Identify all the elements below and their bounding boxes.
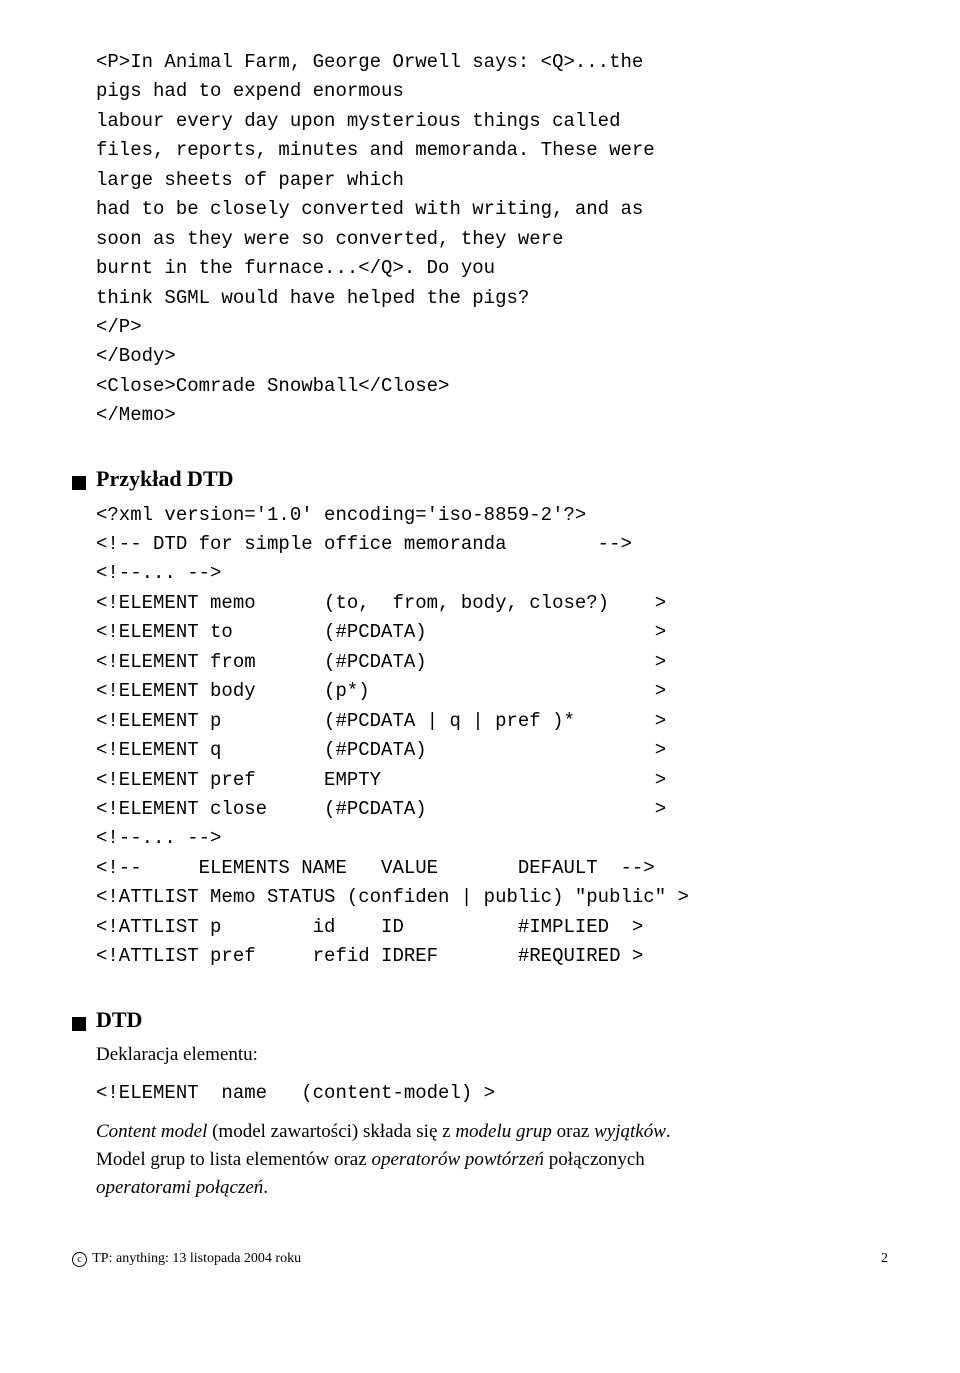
wyjatkow-em: wyjątków [594, 1121, 666, 1142]
element-syntax: <!ELEMENT name (content-model) > [96, 1079, 888, 1108]
footer-left: c TP: anything: 13 listopada 2004 roku [72, 1249, 301, 1269]
body-text: (model zawartości) składa się z [207, 1121, 455, 1142]
section-przyklad-dtd: Przykład DTD [72, 463, 888, 495]
body-text: połączonych [544, 1149, 645, 1170]
content-model-em: Content model [96, 1121, 207, 1142]
bullet-icon [72, 1017, 86, 1031]
body-text: Model grup to lista elementów oraz [96, 1149, 371, 1170]
body-text: . [263, 1177, 268, 1198]
section-dtd: DTD [72, 1004, 888, 1036]
body-text: oraz [552, 1121, 594, 1142]
footer-text: TP: anything: 13 listopada 2004 roku [89, 1251, 301, 1266]
op-pol-em: operatorami połączeń [96, 1177, 263, 1198]
section-title: Przykład DTD [96, 463, 234, 495]
section-title: DTD [96, 1004, 142, 1036]
memo-code-block: <P>In Animal Farm, George Orwell says: <… [96, 48, 888, 431]
bullet-icon [72, 476, 86, 490]
dtd-code-block: <?xml version='1.0' encoding='iso-8859-2… [96, 501, 888, 972]
copyright-icon: c [72, 1252, 87, 1267]
op-powt-em: operatorów powtórzeń [371, 1149, 544, 1170]
page-number: 2 [881, 1249, 888, 1269]
content-model-paragraph: Content model (model zawartości) składa … [96, 1118, 888, 1201]
model-grup-em: modelu grup [455, 1121, 552, 1142]
body-text: . [666, 1121, 671, 1142]
page-footer: c TP: anything: 13 listopada 2004 roku 2 [72, 1249, 888, 1269]
declaration-label: Deklaracja elementu: [96, 1041, 888, 1069]
